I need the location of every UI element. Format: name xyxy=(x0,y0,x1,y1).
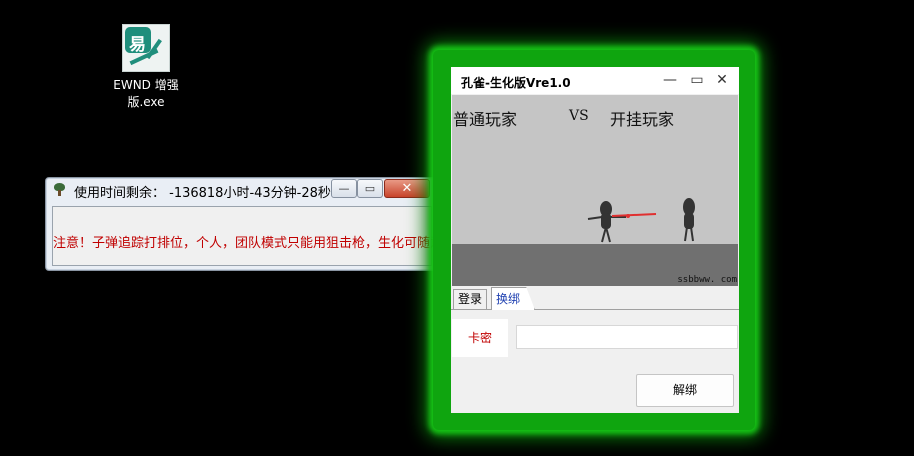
card-key-label: 卡密 xyxy=(452,319,508,357)
minimize-button[interactable]: — xyxy=(663,73,677,87)
stick-figure-target xyxy=(683,198,695,242)
banner-vs-text: VS xyxy=(569,108,589,124)
minimize-button[interactable]: — xyxy=(331,179,357,198)
window-title: 孔雀-生化版Vre1.0 xyxy=(461,76,571,90)
warning-message: 注意！子弹追踪打排位，个人，团队模式只能用狙击枪，生化可随意 xyxy=(53,236,444,251)
card-key-input[interactable] xyxy=(516,325,738,349)
banner-image: 普通玩家 VS 开挂玩家 ssbbww. com xyxy=(452,95,738,286)
message-panel: 注意！子弹追踪打排位，个人，团队模式只能用狙击枪，生化可随意 xyxy=(52,206,444,266)
maximize-button[interactable]: ▭ xyxy=(690,73,704,87)
title-bar[interactable]: 孔雀-生化版Vre1.0 — ▭ ✕ xyxy=(451,67,739,94)
tab-login[interactable]: 登录 xyxy=(453,289,488,309)
watermark-text: ssbbww. com xyxy=(677,275,737,285)
desktop-icon-ewnd[interactable]: 易 EWND 增强版.exe xyxy=(104,24,188,111)
maximize-button[interactable]: ▭ xyxy=(357,179,383,198)
main-window: 孔雀-生化版Vre1.0 — ▭ ✕ 普通玩家 VS 开挂玩家 ssbbww. … xyxy=(451,67,739,413)
banner-right-text: 开挂玩家 xyxy=(610,110,675,129)
window-title: 使用时间剩余： -136818小时-43分钟-28秒 xyxy=(74,186,331,201)
time-remaining-window: 使用时间剩余： -136818小时-43分钟-28秒 — ▭ ✕ 注意！子弹追踪… xyxy=(45,177,444,271)
stick-figure-shooter xyxy=(587,201,657,243)
tree-icon xyxy=(53,183,66,196)
tab-bar: 登录 换绑 xyxy=(451,287,739,310)
ewnd-app-icon: 易 xyxy=(122,24,170,72)
close-button[interactable]: ✕ xyxy=(715,73,729,87)
desktop-icon-label: EWND 增强版.exe xyxy=(113,78,179,109)
tab-rebind[interactable]: 换绑 xyxy=(491,287,536,310)
unbind-button[interactable]: 解绑 xyxy=(636,374,734,407)
close-button[interactable]: ✕ xyxy=(384,179,430,198)
banner-left-text: 普通玩家 xyxy=(453,110,518,129)
title-bar[interactable]: 使用时间剩余： -136818小时-43分钟-28秒 — ▭ ✕ xyxy=(46,178,438,202)
